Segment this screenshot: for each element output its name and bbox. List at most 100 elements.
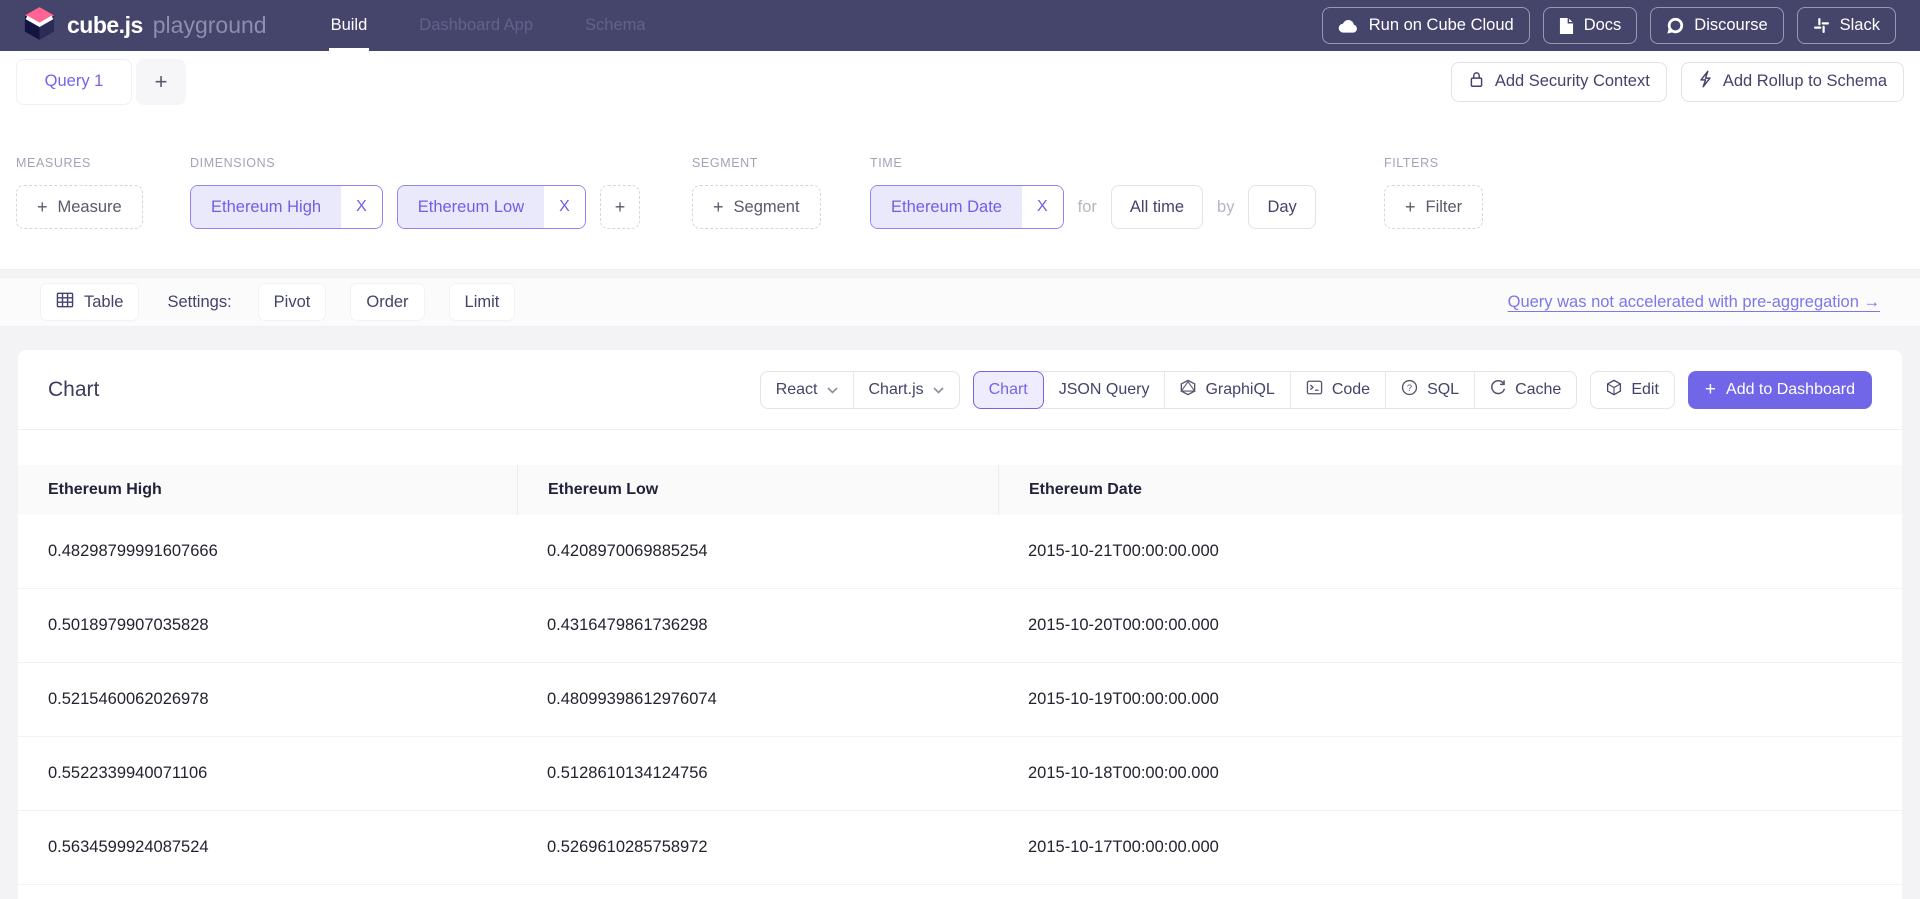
add-rollup-to-schema-button[interactable]: Add Rollup to Schema bbox=[1681, 62, 1904, 102]
dimension-chip-ethereum-high[interactable]: Ethereum High X bbox=[190, 185, 383, 229]
time-label: TIME bbox=[870, 156, 1316, 170]
filters-group: FILTERS + Filter bbox=[1384, 156, 1483, 229]
plus-icon: + bbox=[1405, 198, 1416, 216]
table-header-row: Ethereum High Ethereum Low Ethereum Date bbox=[18, 465, 1902, 515]
code-icon bbox=[1306, 380, 1323, 400]
discourse-icon bbox=[1666, 17, 1684, 35]
pivot-button[interactable]: Pivot bbox=[258, 283, 327, 321]
table-row[interactable]: 0.5215460062026978 0.48099398612976074 2… bbox=[18, 663, 1902, 737]
brand: cube.js playground bbox=[24, 6, 267, 46]
chip-label: Ethereum Date bbox=[871, 186, 1022, 228]
settings-label: Settings: bbox=[167, 293, 231, 312]
tab-json-query[interactable]: JSON Query bbox=[1044, 372, 1165, 408]
add-segment-button[interactable]: + Segment bbox=[692, 185, 821, 229]
plus-icon: + bbox=[713, 198, 724, 216]
query-tab-actions: Add Security Context Add Rollup to Schem… bbox=[1451, 62, 1904, 102]
cell-ethereum-high: 0.5215460062026978 bbox=[18, 663, 517, 736]
tab-sql-label: SQL bbox=[1427, 381, 1459, 399]
tab-sql[interactable]: ? SQL bbox=[1385, 372, 1474, 408]
chart-controls: React Chart.js Chart JSON Query bbox=[760, 371, 1872, 409]
limit-button[interactable]: Limit bbox=[449, 283, 516, 321]
plus-icon: + bbox=[615, 198, 626, 216]
close-icon[interactable]: X bbox=[341, 186, 382, 228]
cell-ethereum-date: 2015-10-21T00:00:00.000 bbox=[998, 515, 1902, 588]
date-range-button[interactable]: All time bbox=[1111, 185, 1203, 229]
close-icon[interactable]: X bbox=[544, 186, 585, 228]
plus-icon: + bbox=[37, 198, 48, 216]
chip-label: Ethereum Low bbox=[398, 186, 544, 228]
measures-group: MEASURES + Measure bbox=[16, 156, 143, 229]
time-group: TIME Ethereum Date X for All time by Day bbox=[870, 156, 1316, 229]
segment-group: SEGMENT + Segment bbox=[692, 156, 821, 229]
add-segment-label: Segment bbox=[734, 198, 800, 217]
framework-value: React bbox=[776, 381, 818, 399]
add-to-dashboard-button[interactable]: + Add to Dashboard bbox=[1688, 371, 1872, 409]
cell-ethereum-high: 0.5634599924087524 bbox=[18, 811, 517, 884]
nav-tab-schema[interactable]: Schema bbox=[583, 0, 648, 51]
tab-cache[interactable]: Cache bbox=[1474, 372, 1576, 408]
edit-label: Edit bbox=[1631, 381, 1659, 399]
add-filter-button[interactable]: + Filter bbox=[1384, 185, 1483, 229]
docs-label: Docs bbox=[1584, 16, 1622, 35]
brand-name: cube.js bbox=[67, 12, 143, 39]
add-query-tab-button[interactable]: + bbox=[136, 59, 186, 105]
by-label: by bbox=[1217, 198, 1234, 217]
edit-button[interactable]: Edit bbox=[1590, 371, 1675, 409]
framework-select[interactable]: React bbox=[761, 372, 853, 408]
result-toolbar: Table Settings: Pivot Order Limit Query … bbox=[0, 277, 1920, 327]
nav-tab-build[interactable]: Build bbox=[329, 0, 370, 51]
nav-tab-dashboard-app[interactable]: Dashboard App bbox=[417, 0, 535, 51]
add-security-context-button[interactable]: Add Security Context bbox=[1451, 62, 1667, 102]
chart-panel-header: Chart React Chart.js bbox=[18, 350, 1902, 430]
tab-code[interactable]: Code bbox=[1290, 372, 1385, 408]
playground-app: cube.js playground Build Dashboard App S… bbox=[0, 0, 1920, 899]
query-tab-1[interactable]: Query 1 bbox=[16, 59, 132, 105]
order-button[interactable]: Order bbox=[350, 283, 424, 321]
add-measure-label: Measure bbox=[58, 198, 122, 217]
cell-ethereum-date: 2015-10-18T00:00:00.000 bbox=[998, 737, 1902, 810]
time-chip-ethereum-date[interactable]: Ethereum Date X bbox=[870, 185, 1064, 229]
table-row[interactable]: 0.48298799991607666 0.4208970069885254 2… bbox=[18, 515, 1902, 589]
column-header-ethereum-low[interactable]: Ethereum Low bbox=[517, 465, 998, 515]
cell-ethereum-date: 2015-10-19T00:00:00.000 bbox=[998, 663, 1902, 736]
framework-library-selectors: React Chart.js bbox=[760, 371, 960, 409]
column-header-ethereum-high[interactable]: Ethereum High bbox=[18, 465, 517, 515]
cell-ethereum-high: 0.5018979907035828 bbox=[18, 589, 517, 662]
dimension-chip-ethereum-low[interactable]: Ethereum Low X bbox=[397, 185, 586, 229]
slack-label: Slack bbox=[1840, 16, 1880, 35]
chart-panel: Chart React Chart.js bbox=[18, 350, 1902, 899]
granularity-button[interactable]: Day bbox=[1248, 185, 1315, 229]
view-tabs: Chart JSON Query GraphiQL Code bbox=[973, 371, 1578, 409]
plus-icon: + bbox=[1705, 380, 1716, 399]
tab-chart[interactable]: Chart bbox=[973, 371, 1044, 409]
result-table: Ethereum High Ethereum Low Ethereum Date… bbox=[18, 465, 1902, 885]
tab-code-label: Code bbox=[1332, 381, 1370, 399]
table-row[interactable]: 0.5018979907035828 0.4316479861736298 20… bbox=[18, 589, 1902, 663]
slack-button[interactable]: Slack bbox=[1797, 7, 1896, 44]
add-rollup-to-schema-label: Add Rollup to Schema bbox=[1723, 72, 1887, 91]
docs-button[interactable]: Docs bbox=[1543, 7, 1638, 44]
chart-title: Chart bbox=[48, 378, 99, 402]
preaggregation-link[interactable]: Query was not accelerated with pre-aggre… bbox=[1508, 293, 1880, 312]
cell-ethereum-date: 2015-10-17T00:00:00.000 bbox=[998, 811, 1902, 884]
question-circle-icon: ? bbox=[1401, 379, 1418, 401]
cell-ethereum-high: 0.5522339940071106 bbox=[18, 737, 517, 810]
navbar-actions: Run on Cube Cloud Docs Discourse Slack bbox=[1322, 7, 1896, 44]
run-on-cube-cloud-button[interactable]: Run on Cube Cloud bbox=[1322, 7, 1530, 44]
cube-icon bbox=[1606, 379, 1622, 401]
cell-ethereum-low: 0.4316479861736298 bbox=[517, 589, 998, 662]
table-grid-icon bbox=[56, 292, 74, 313]
add-dimension-button[interactable]: + bbox=[600, 185, 641, 229]
svg-text:?: ? bbox=[1407, 382, 1412, 392]
table-row[interactable]: 0.5634599924087524 0.5269610285758972 20… bbox=[18, 811, 1902, 885]
table-body: 0.48298799991607666 0.4208970069885254 2… bbox=[18, 515, 1902, 885]
tab-graphiql[interactable]: GraphiQL bbox=[1164, 372, 1289, 408]
table-row[interactable]: 0.5522339940071106 0.5128610134124756 20… bbox=[18, 737, 1902, 811]
library-select[interactable]: Chart.js bbox=[853, 372, 959, 408]
column-header-ethereum-date[interactable]: Ethereum Date bbox=[998, 465, 1902, 515]
close-icon[interactable]: X bbox=[1022, 186, 1063, 228]
discourse-button[interactable]: Discourse bbox=[1650, 7, 1783, 44]
table-view-button[interactable]: Table bbox=[40, 283, 139, 321]
add-measure-button[interactable]: + Measure bbox=[16, 185, 143, 229]
add-to-dashboard-label: Add to Dashboard bbox=[1726, 381, 1855, 399]
